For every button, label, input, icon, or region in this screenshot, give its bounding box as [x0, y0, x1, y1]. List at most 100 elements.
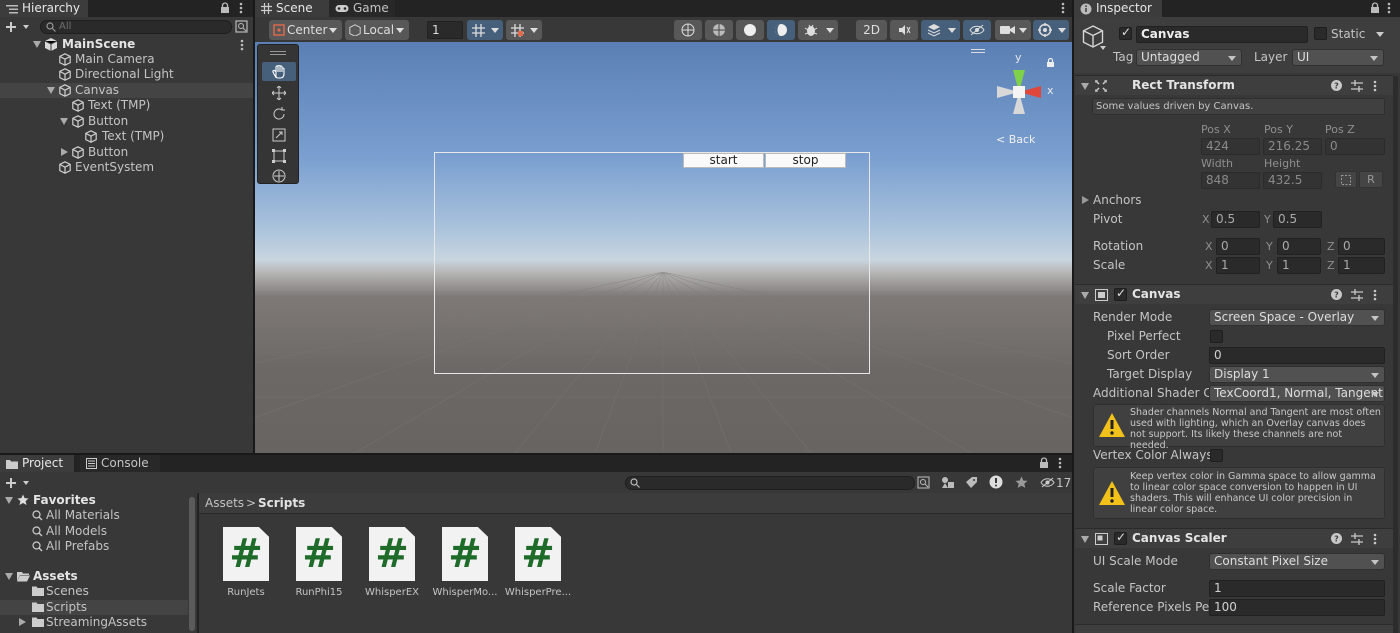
scene-viewport[interactable]: start stop y x < Back [255, 42, 1072, 453]
rect-tool-button[interactable] [262, 146, 296, 165]
script-asset[interactable]: # RunPhi15 [284, 527, 354, 598]
assets-header[interactable]: Assets [0, 569, 188, 584]
canvas-scaler-header[interactable]: Canvas Scaler ? [1075, 528, 1393, 548]
tab-inspector[interactable]: Inspector [1074, 0, 1162, 17]
tab-game[interactable]: Game [329, 0, 395, 17]
filter-by-label-icon[interactable] [965, 476, 978, 489]
expand-arrow-icon[interactable] [47, 87, 55, 94]
static-checkbox[interactable] [1314, 27, 1327, 40]
hierarchy-item-canvas[interactable]: Canvas [0, 83, 253, 98]
breadcrumb-root[interactable]: Assets [205, 496, 244, 510]
expand-arrow-icon[interactable] [33, 41, 41, 48]
lock-icon[interactable] [1039, 457, 1049, 469]
object-name-input[interactable]: Canvas [1136, 26, 1308, 43]
pos-x-input[interactable]: 424 [1201, 138, 1260, 155]
overlay-drag-handle[interactable] [270, 51, 286, 55]
tag-dropdown[interactable]: Untagged [1136, 49, 1242, 66]
pivot-center-dropdown[interactable]: Center [269, 20, 342, 40]
rot-x-input[interactable]: 0 [1216, 238, 1260, 255]
sort-order-input[interactable]: 0 [1209, 347, 1385, 364]
pixel-perfect-checkbox[interactable] [1210, 330, 1223, 343]
help-icon[interactable]: ? [1331, 80, 1342, 91]
folder-item[interactable]: StreamingAssets [0, 615, 188, 630]
script-asset[interactable]: # WhisperEX [357, 527, 427, 598]
shader-channels-dropdown[interactable]: TexCoord1, Normal, Tangent [1209, 385, 1385, 402]
collapse-arrow-icon[interactable] [61, 148, 68, 156]
effects-dropdown[interactable] [921, 20, 960, 40]
panel-divider[interactable] [197, 493, 199, 633]
raw-edit-button[interactable]: R [1359, 171, 1383, 188]
gizmos-dropdown[interactable] [1033, 20, 1069, 40]
camera-dropdown[interactable] [995, 20, 1031, 40]
presets-icon[interactable] [1351, 289, 1363, 301]
favorites-header[interactable]: Favorites [0, 493, 188, 508]
scale-z-input[interactable]: 1 [1338, 257, 1385, 274]
inspector-scrollbar[interactable] [1393, 76, 1398, 633]
space-local-dropdown[interactable]: Local [345, 20, 409, 40]
debug-draw-dropdown[interactable] [798, 20, 838, 40]
hierarchy-item-directional-light[interactable]: Directional Light [0, 67, 253, 82]
chevron-down-icon[interactable] [1100, 46, 1106, 50]
search-by-type-icon[interactable] [917, 476, 930, 489]
start-button[interactable]: start [683, 153, 764, 168]
expand-arrow-icon[interactable] [5, 497, 13, 504]
more-menu-icon[interactable] [240, 39, 244, 51]
expand-arrow-icon[interactable] [1081, 83, 1089, 90]
scale-factor-input[interactable]: 1 [1209, 580, 1385, 597]
pos-z-input[interactable]: 0 [1325, 138, 1385, 155]
favorite-item[interactable]: All Materials [0, 508, 188, 523]
more-menu-icon[interactable] [1387, 2, 1391, 14]
folder-item[interactable]: Scenes [0, 584, 188, 599]
filter-by-type-icon[interactable] [941, 476, 956, 489]
tab-console[interactable]: Console [80, 455, 160, 472]
help-icon[interactable]: ? [1331, 289, 1342, 300]
shading-shaded-wire-button[interactable] [705, 20, 733, 40]
rot-y-input[interactable]: 0 [1277, 238, 1321, 255]
more-menu-icon[interactable] [1373, 80, 1377, 92]
hand-tool-button[interactable] [262, 62, 296, 81]
expand-arrow-icon[interactable] [5, 573, 13, 580]
reference-pixels-input[interactable]: 100 [1209, 599, 1385, 616]
more-menu-icon[interactable] [1373, 533, 1377, 545]
hierarchy-item-text-tmp-child[interactable]: Text (TMP) [0, 129, 253, 144]
rotate-tool-button[interactable] [262, 104, 296, 123]
audio-toggle[interactable] [890, 20, 918, 40]
more-menu-icon[interactable] [239, 2, 243, 14]
hierarchy-item-main-camera[interactable]: Main Camera [0, 52, 253, 67]
favorite-item[interactable]: All Models [0, 524, 188, 539]
more-menu-icon[interactable] [1373, 289, 1377, 301]
increment-snap-toggle[interactable] [506, 20, 542, 40]
grid-size-input[interactable]: 1 [427, 21, 463, 39]
transform-tool-button[interactable] [262, 166, 296, 185]
scene-visibility-toggle[interactable] [963, 20, 991, 40]
tab-scene[interactable]: Scene [255, 0, 329, 17]
hierarchy-item-eventsystem[interactable]: EventSystem [0, 160, 253, 175]
script-asset[interactable]: # WhisperPre... [503, 527, 573, 598]
search-options-icon[interactable] [235, 20, 248, 33]
create-add-button[interactable] [5, 475, 31, 491]
width-input[interactable]: 848 [1201, 172, 1260, 189]
chevron-down-icon[interactable] [1376, 32, 1384, 37]
expand-arrow-icon[interactable] [1081, 536, 1089, 543]
lock-icon[interactable] [220, 2, 230, 14]
presets-icon[interactable] [1351, 80, 1363, 92]
script-asset[interactable]: # WhisperMo... [430, 527, 500, 598]
collapse-arrow-icon[interactable] [1082, 196, 1089, 204]
grid-snap-toggle[interactable] [467, 20, 503, 40]
vertex-color-checkbox[interactable] [1210, 449, 1223, 462]
more-menu-icon[interactable] [1058, 457, 1062, 469]
move-tool-button[interactable] [262, 83, 296, 102]
breadcrumb-current[interactable]: Scripts [258, 496, 305, 510]
rect-transform-header[interactable]: Rect Transform ? [1075, 75, 1393, 95]
pos-y-input[interactable]: 216.25 [1263, 138, 1322, 155]
canvas-rect-outline[interactable] [434, 152, 870, 374]
hierarchy-item-text-tmp[interactable]: Text (TMP) [0, 98, 253, 113]
component-enabled-checkbox[interactable] [1114, 286, 1127, 301]
scale-x-input[interactable]: 1 [1216, 257, 1260, 274]
ui-scale-mode-dropdown[interactable]: Constant Pixel Size [1209, 553, 1385, 570]
hidden-packages-icon[interactable] [1040, 477, 1055, 488]
tab-project[interactable]: Project [0, 455, 74, 472]
shading-wireframe-button[interactable] [674, 20, 702, 40]
render-mode-dropdown[interactable]: Screen Space - Overlay [1209, 309, 1385, 326]
favorite-item[interactable]: All Prefabs [0, 539, 188, 554]
